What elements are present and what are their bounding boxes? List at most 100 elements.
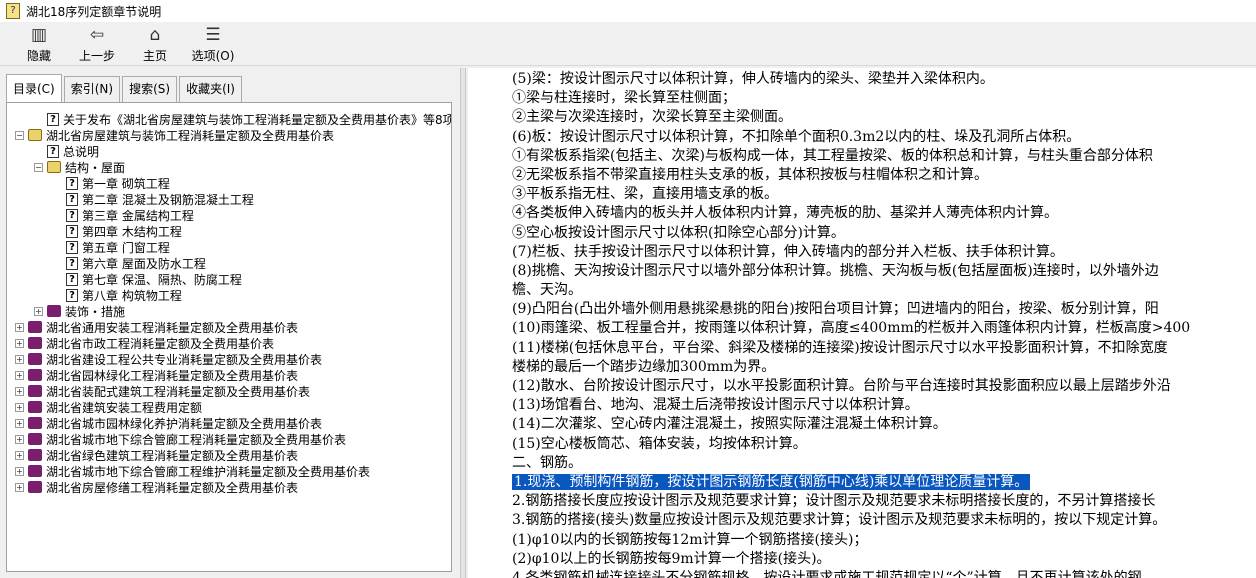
expand-icon[interactable]: + xyxy=(34,306,43,316)
toolbar: ▥ 隐藏 ⇦ 上一步 ⌂ 主页 ☰ 选项(O) xyxy=(0,22,1256,66)
tree-node-label: 第二章 混凝土及钢筋混凝土工程 xyxy=(82,192,254,207)
closed-book-icon xyxy=(28,369,42,381)
pane-splitter[interactable] xyxy=(460,68,466,578)
tree-node[interactable]: + 湖北省城市园林绿化养护消耗量定额及全费用基价表 xyxy=(7,415,451,431)
tab-contents[interactable]: 目录(C) xyxy=(6,74,62,102)
content-line: ②主梁与次梁连接时，次梁长算至主梁侧面。 xyxy=(512,108,1256,127)
toolbar-button-home[interactable]: ⌂ 主页 xyxy=(126,22,184,66)
collapse-icon[interactable]: − xyxy=(34,162,43,172)
help-page-icon: ? xyxy=(66,288,78,302)
expand-icon[interactable]: + xyxy=(15,418,24,428)
content-line: 二、钢筋。 xyxy=(512,454,1256,473)
tab-favorites[interactable]: 收藏夹(I) xyxy=(179,76,242,102)
expand-icon[interactable]: + xyxy=(15,354,24,364)
tree-node-label: 湖北省房屋修缮工程消耗量定额及全费用基价表 xyxy=(46,480,299,495)
tree-node[interactable]: + 湖北省建筑安装工程费用定额 xyxy=(7,399,451,415)
tree-node[interactable]: ? 第六章 屋面及防水工程 xyxy=(7,255,451,271)
content-line: ①有梁板系指梁(包括主、次梁)与板构成一体，其工程量按梁、板的体积总和计算，与柱… xyxy=(512,147,1256,166)
help-page-icon: ? xyxy=(66,176,78,190)
tab-index[interactable]: 索引(N) xyxy=(63,76,121,102)
tree-node-label: 第三章 金属结构工程 xyxy=(82,208,194,223)
help-page-icon: ? xyxy=(66,192,78,206)
tree-node[interactable]: + 湖北省市政工程消耗量定额及全费用基价表 xyxy=(7,335,451,351)
tree-node[interactable]: + 湖北省园林绿化工程消耗量定额及全费用基价表 xyxy=(7,367,451,383)
help-app-icon: ? xyxy=(6,3,20,19)
selected-text-line: 1.现浇、预制构件钢筋，按设计图示钢筋长度(钢筋中心线)乘以单位理论质量计算。 xyxy=(512,473,1256,492)
toolbar-button-label: 上一步 xyxy=(78,48,115,63)
expand-icon[interactable]: + xyxy=(15,386,24,396)
closed-book-icon xyxy=(28,449,42,461)
open-book-icon xyxy=(47,161,61,173)
toolbar-button-hide[interactable]: ▥ 隐藏 xyxy=(10,22,68,66)
content-text: 2.钢筋搭接长度应按设计图示及规范要求计算；设计图示及规范要求未标明搭接长度的，… xyxy=(512,493,1156,510)
content-text: (13)场馆看台、地沟、混凝土后浇带按设计图示尺寸以体积计算。 xyxy=(512,397,919,414)
help-page-icon: ? xyxy=(66,256,78,270)
open-book-icon xyxy=(28,129,42,141)
tree-node[interactable]: ? 总说明 xyxy=(7,143,451,159)
tree-node-label: 湖北省建设工程公共专业消耗量定额及全费用基价表 xyxy=(46,352,323,367)
content-text: (14)二次灌浆、空心砖内灌注混凝土，按照实际灌注混凝土体积计算。 xyxy=(512,416,947,433)
tree-node[interactable]: ? 关于发布《湖北省房屋建筑与装饰工程消耗量定额及全费用基价表》等8项预 xyxy=(7,111,451,127)
tree-node[interactable]: ? 第三章 金属结构工程 xyxy=(7,207,451,223)
expand-icon[interactable]: + xyxy=(15,482,24,492)
closed-book-icon xyxy=(28,337,42,349)
expand-icon[interactable]: + xyxy=(15,402,24,412)
closed-book-icon xyxy=(28,481,42,493)
topic-content[interactable]: (5)梁：按设计图示尺寸以体积计算，伸人砖墙内的梁头、梁垫并入梁体积内。 ①梁与柱… xyxy=(468,68,1256,578)
contents-tree[interactable]: ? 关于发布《湖北省房屋建筑与装饰工程消耗量定额及全费用基价表》等8项预 − 湖北省房… xyxy=(6,102,452,572)
tree-node[interactable]: + 装饰・措施 xyxy=(7,303,451,319)
content-line: 楼梯的最后一个踏步边缘加300mm为界。 xyxy=(512,358,1256,377)
closed-book-icon xyxy=(28,433,42,445)
tree-node-label: 湖北省房屋建筑与装饰工程消耗量定额及全费用基价表 xyxy=(46,128,335,143)
collapse-icon[interactable]: − xyxy=(15,130,24,140)
tree-node-label: 湖北省通用安装工程消耗量定额及全费用基价表 xyxy=(46,320,299,335)
expand-icon[interactable]: + xyxy=(15,322,24,332)
content-line: (15)空心楼板筒芯、箱体安装，均按体积计算。 xyxy=(512,435,1256,454)
expand-icon[interactable]: + xyxy=(15,370,24,380)
help-page-icon: ? xyxy=(66,272,78,286)
tree-node[interactable]: + 湖北省建设工程公共专业消耗量定额及全费用基价表 xyxy=(7,351,451,367)
tab-search[interactable]: 搜索(S) xyxy=(122,76,178,102)
tree-node[interactable]: ? 第二章 混凝土及钢筋混凝土工程 xyxy=(7,191,451,207)
expand-icon[interactable]: + xyxy=(15,434,24,444)
help-page-icon: ? xyxy=(66,208,78,222)
closed-book-icon xyxy=(28,353,42,365)
tree-node[interactable]: + 湖北省城市地下综合管廊工程消耗量定额及全费用基价表 xyxy=(7,431,451,447)
tree-node[interactable]: ? 第七章 保温、隔热、防腐工程 xyxy=(7,271,451,287)
tree-node-label: 湖北省园林绿化工程消耗量定额及全费用基价表 xyxy=(46,368,299,383)
tree-node[interactable]: ? 第八章 构筑物工程 xyxy=(7,287,451,303)
content-text: (2)φ10以上的长钢筋按每9m计算一个搭接(接头)。 xyxy=(512,550,831,567)
tree-node[interactable]: − 结构・屋面 xyxy=(7,159,451,175)
tree-node[interactable]: ? 第一章 砌筑工程 xyxy=(7,175,451,191)
tree-node[interactable]: − 湖北省房屋建筑与装饰工程消耗量定额及全费用基价表 xyxy=(7,127,451,143)
content-line: ①梁与柱连接时，梁长算至柱侧面； xyxy=(512,89,1256,108)
content-text: (12)散水、台阶按设计图示尺寸，以水平投影面积计算。台阶与平台连接时其投影面积… xyxy=(512,378,1171,394)
content-text: ②无梁板系指不带梁直接用柱头支承的板，其体积按板与柱帽体积之和计算。 xyxy=(512,166,988,183)
toolbar-button-options[interactable]: ☰ 选项(O) xyxy=(184,22,242,66)
toolbar-button-back[interactable]: ⇦ 上一步 xyxy=(68,22,126,66)
title-bar: ? 湖北18序列定额章节说明 xyxy=(0,0,1256,22)
content-text: 4.各类钢筋机械连接接头不分钢筋规格，按设计要求或施工规范规定以“个”计算，且不… xyxy=(512,569,1142,578)
tree-node-label: 总说明 xyxy=(63,144,100,159)
tree-node[interactable]: + 湖北省房屋修缮工程消耗量定额及全费用基价表 xyxy=(7,479,451,495)
tree-node-label: 第七章 保温、隔热、防腐工程 xyxy=(82,272,242,287)
help-page-icon: ? xyxy=(47,144,59,158)
tree-node[interactable]: + 湖北省绿色建筑工程消耗量定额及全费用基价表 xyxy=(7,447,451,463)
tree-node-label: 第五章 门窗工程 xyxy=(82,240,170,255)
expand-icon[interactable]: + xyxy=(15,338,24,348)
content-text: (5)梁：按设计图示尺寸以体积计算，伸人砖墙内的梁头、梁垫并入梁体积内。 xyxy=(512,71,994,87)
tree-node[interactable]: ? 第五章 门窗工程 xyxy=(7,239,451,255)
tree-node[interactable]: ? 第四章 木结构工程 xyxy=(7,223,451,239)
closed-book-icon xyxy=(28,417,42,429)
closed-book-icon xyxy=(28,321,42,333)
tree-node[interactable]: + 湖北省装配式建筑工程消耗量定额及全费用基价表 xyxy=(7,383,451,399)
expand-icon[interactable]: + xyxy=(15,466,24,476)
navigation-pane: 目录(C) 索引(N) 搜索(S) 收藏夹(I) ? 关于发布《湖北省房屋建筑与装饰工程… xyxy=(0,68,460,578)
content-line: (1)φ10以内的长钢筋按每12m计算一个钢筋搭接(接头)； xyxy=(512,531,1256,550)
tree-node[interactable]: + 湖北省通用安装工程消耗量定额及全费用基价表 xyxy=(7,319,451,335)
help-page-icon: ? xyxy=(47,112,59,126)
content-text: (10)雨篷梁、板工程量合并，按雨篷以体积计算，高度≤400mm的栏板并入雨篷体… xyxy=(512,320,1191,337)
tree-node[interactable]: + 湖北省城市地下综合管廊工程维护消耗量定额及全费用基价表 xyxy=(7,463,451,479)
expand-icon[interactable]: + xyxy=(15,450,24,460)
content-line: (12)散水、台阶按设计图示尺寸，以水平投影面积计算。台阶与平台连接时其投影面积… xyxy=(512,377,1256,396)
